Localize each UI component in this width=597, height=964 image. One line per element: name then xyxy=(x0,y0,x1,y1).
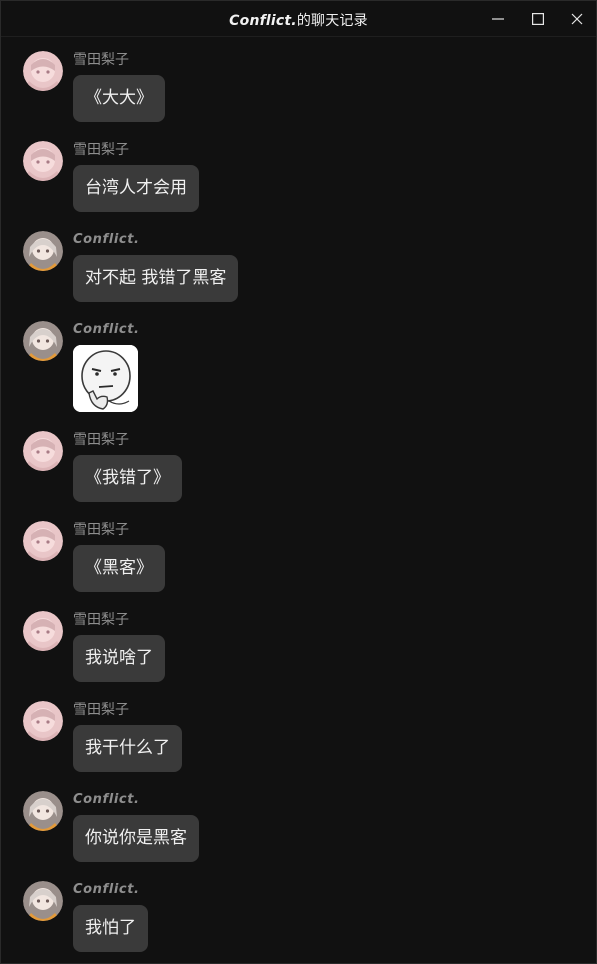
message-bubble[interactable]: 《我错了》 xyxy=(73,455,182,502)
avatar-yukida[interactable] xyxy=(23,141,63,181)
avatar-yukida[interactable] xyxy=(23,431,63,471)
maximize-button[interactable] xyxy=(519,1,557,36)
avatar-yukida[interactable] xyxy=(23,611,63,651)
avatar-conflict[interactable] xyxy=(23,321,63,361)
message-bubble[interactable]: 《黑客》 xyxy=(73,545,165,592)
sticker-image[interactable] xyxy=(73,345,138,412)
sender-name: 雪田梨子 xyxy=(73,612,129,628)
message-bubble[interactable]: 我怕了 xyxy=(73,905,148,952)
minimize-icon xyxy=(492,17,504,20)
avatar-conflict[interactable] xyxy=(23,231,63,271)
sender-name: 雪田梨子 xyxy=(73,702,129,718)
sender-name: 雪田梨子 xyxy=(73,142,129,158)
message-bubble[interactable]: 你说你是黑客 xyxy=(73,815,199,862)
message-bubble[interactable]: 台湾人才会用 xyxy=(73,165,199,212)
thinking-face-sticker-icon xyxy=(73,345,138,412)
minimize-button[interactable] xyxy=(479,1,517,36)
avatar-conflict[interactable] xyxy=(23,881,63,921)
window-title-suffix: 的聊天记录 xyxy=(296,13,368,29)
title-bar: Conflict.的聊天记录 xyxy=(1,1,596,37)
message-bubble[interactable]: 《大大》 xyxy=(73,75,165,122)
window-title-name: Conflict. xyxy=(229,13,297,29)
close-button[interactable] xyxy=(558,1,596,36)
message-list[interactable]: 雪田梨子 《大大》 雪田梨子 台湾人才会用 Conflict. 对不起 我错了黑… xyxy=(1,37,596,963)
chat-history-window: Conflict.的聊天记录 雪田梨子 《大大》 雪田梨子 台湾人才会用 Con… xyxy=(0,0,597,964)
message-bubble[interactable]: 我说啥了 xyxy=(73,635,165,682)
avatar-yukida[interactable] xyxy=(23,521,63,561)
maximize-icon xyxy=(532,12,544,25)
avatar-conflict[interactable] xyxy=(23,791,63,831)
avatar-yukida[interactable] xyxy=(23,51,63,91)
close-icon xyxy=(571,13,583,24)
sender-name: 雪田梨子 xyxy=(73,522,129,538)
sender-name: Conflict. xyxy=(73,322,140,337)
sender-name: 雪田梨子 xyxy=(73,432,129,448)
avatar-yukida[interactable] xyxy=(23,701,63,741)
sender-name: 雪田梨子 xyxy=(73,52,129,68)
sender-name: Conflict. xyxy=(73,882,140,897)
message-bubble[interactable]: 我干什么了 xyxy=(73,725,182,772)
sender-name: Conflict. xyxy=(73,232,140,247)
sender-name: Conflict. xyxy=(73,792,140,807)
message-bubble[interactable]: 对不起 我错了黑客 xyxy=(73,255,239,302)
